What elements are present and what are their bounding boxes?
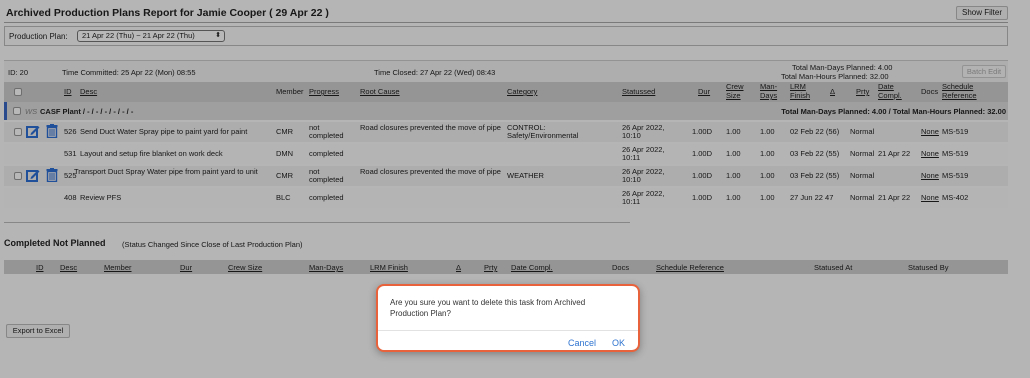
dialog-message: Are you sure you want to delete this tas… [390,298,586,318]
confirm-delete-dialog: Are you sure you want to delete this tas… [376,284,640,352]
cancel-button[interactable]: Cancel [568,338,596,348]
dialog-divider [378,330,638,331]
ok-button[interactable]: OK [612,338,625,348]
